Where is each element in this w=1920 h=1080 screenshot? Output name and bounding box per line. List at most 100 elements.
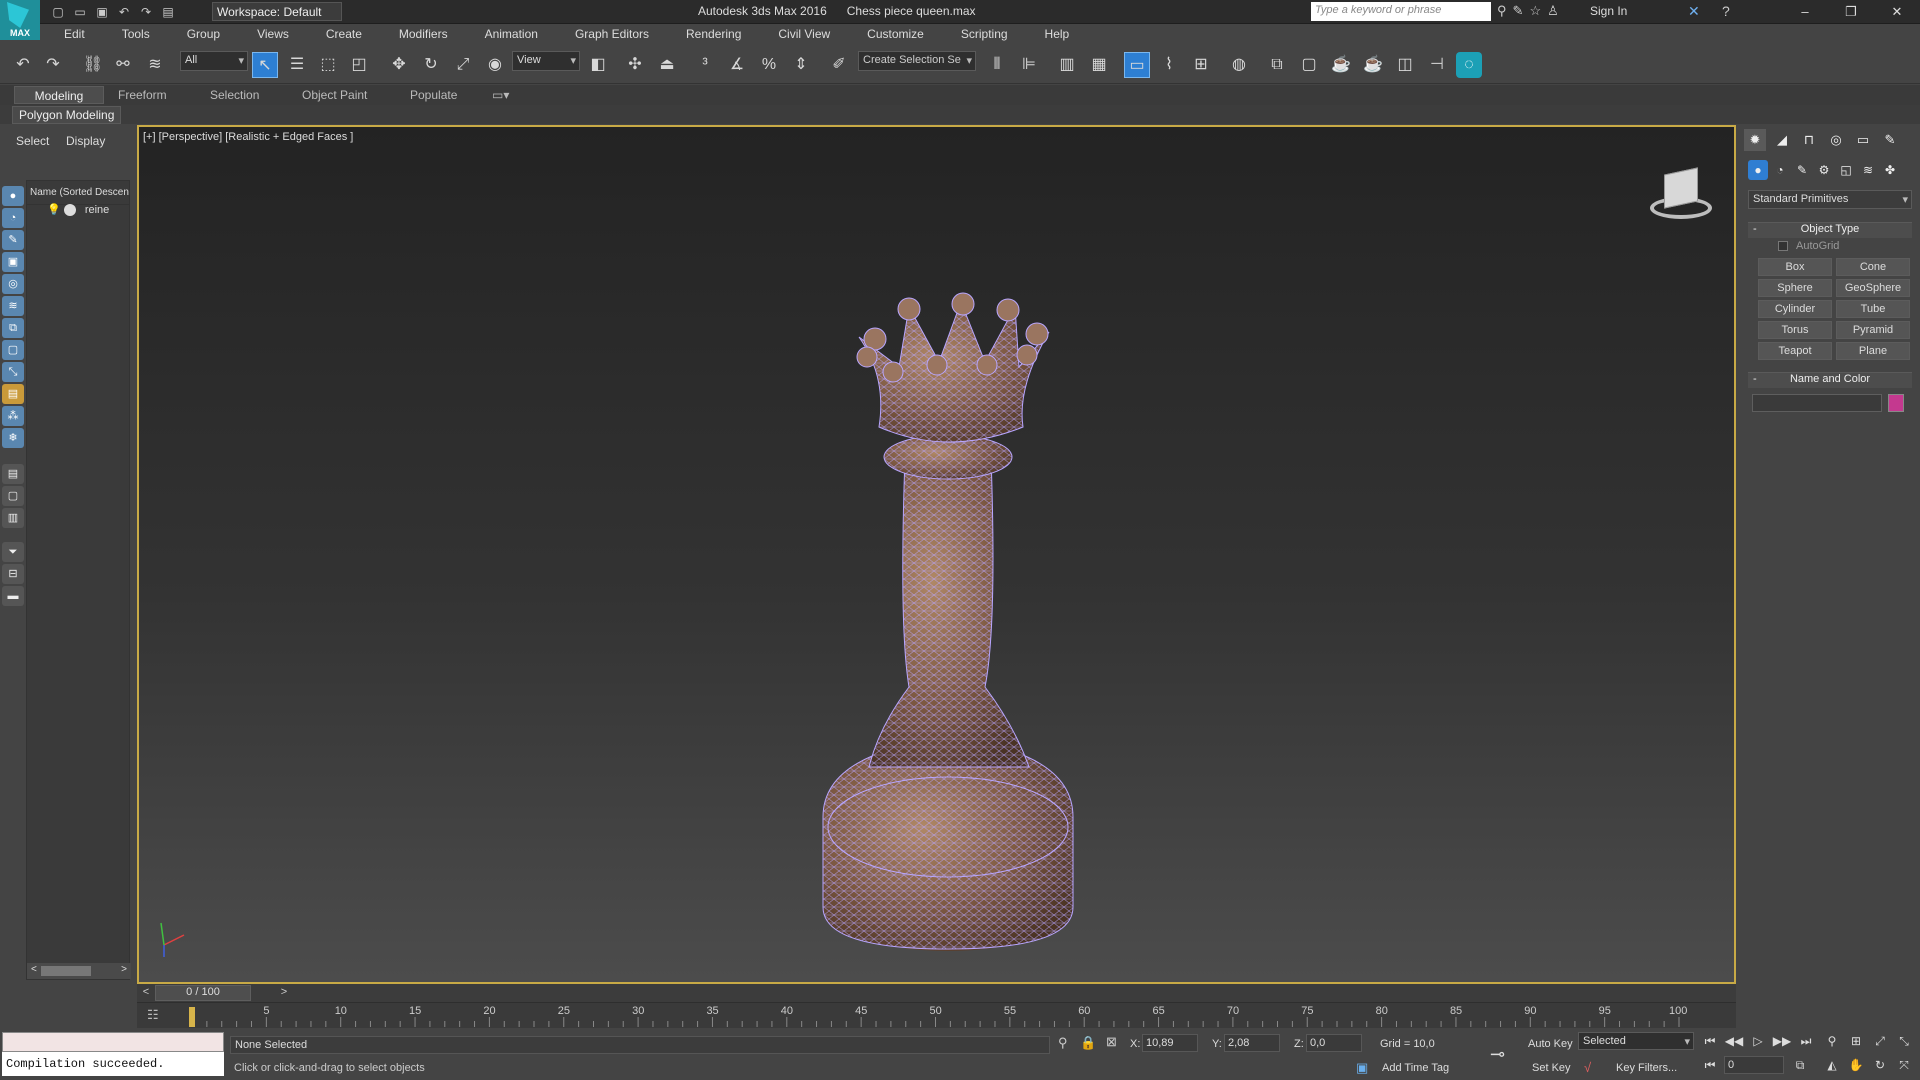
render-activeshade-icon[interactable]: ◫	[1392, 52, 1418, 78]
redo-icon[interactable]: ↷	[40, 52, 66, 78]
helpers-icon[interactable]: ◱	[1836, 160, 1856, 180]
menu-help[interactable]: Help	[1021, 24, 1083, 44]
align-icon[interactable]: ⊫	[1016, 52, 1042, 78]
place-icon[interactable]: ◉	[482, 52, 508, 78]
maximize-viewport-icon[interactable]: ⤧	[1894, 1056, 1914, 1074]
hierarchy-icon[interactable]: ⊟	[2, 564, 24, 584]
cone-button[interactable]: Cone	[1836, 258, 1910, 276]
scale-icon[interactable]: ⤢	[450, 52, 476, 78]
render-iterative-icon[interactable]: ☕	[1360, 52, 1386, 78]
column-header-name[interactable]: Name (Sorted Descen	[27, 181, 129, 205]
restore-icon[interactable]: ❐	[1828, 0, 1874, 24]
maxscript-output[interactable]: Compilation succeeded.	[2, 1052, 224, 1076]
pivot-center-icon[interactable]: ◧	[585, 52, 611, 78]
zoom-icon[interactable]: ⚲	[1822, 1032, 1842, 1050]
open-file-icon[interactable]: ▭	[70, 3, 90, 21]
autogrid-checkbox[interactable]: AutoGrid	[1778, 240, 1839, 252]
primitive-category-dropdown[interactable]: Standard Primitives	[1748, 190, 1912, 209]
display-invert-icon[interactable]: ▥	[2, 508, 24, 528]
box-button[interactable]: Box	[1758, 258, 1832, 276]
star-icon[interactable]: ☆	[1529, 3, 1541, 19]
render-production-icon[interactable]: ☕	[1328, 52, 1354, 78]
angle-snap-icon[interactable]: ∡	[724, 52, 750, 78]
scene-explorer-icon[interactable]: ▦	[1086, 52, 1112, 78]
previous-frame-icon[interactable]: ◀◀	[1724, 1032, 1744, 1050]
isolate-selection-icon[interactable]: ⚲	[1058, 1035, 1068, 1051]
pan-view-icon[interactable]: ✋	[1846, 1056, 1866, 1074]
auto-key-button[interactable]: Auto Key	[1528, 1038, 1573, 1050]
app-logo[interactable]: MAX	[0, 0, 40, 40]
key-filters-button[interactable]: Key Filters...	[1616, 1062, 1677, 1074]
object-color-swatch[interactable]	[1888, 394, 1904, 412]
key-mode-toggle-icon[interactable]: ⏮	[1700, 1056, 1720, 1074]
search-input[interactable]: Type a keyword or phrase	[1311, 2, 1491, 21]
track-bar[interactable]: ☷ 5 10 15 20 25 30 35 40 45 50 55 60 65 70 75 80 85 90 95 1…	[137, 1002, 1736, 1028]
orbit-icon[interactable]: ↻	[1870, 1056, 1890, 1074]
name-color-rollout-header[interactable]: - Name and Color	[1748, 372, 1912, 388]
perspective-viewport[interactable]: [+] [Perspective] [Realistic + Edged Fac…	[137, 125, 1736, 984]
menu-scripting[interactable]: Scripting	[937, 24, 1021, 44]
teapot-button[interactable]: Teapot	[1758, 342, 1832, 360]
rectangular-selection-icon[interactable]: ⬚	[315, 52, 341, 78]
display-shapes-icon[interactable]: ◔	[2, 208, 24, 228]
tab-selection[interactable]: Selection	[204, 86, 265, 104]
play-icon[interactable]: ▷	[1748, 1032, 1768, 1050]
selection-lock-icon[interactable]: 🔒	[1080, 1035, 1096, 1051]
menu-graph-editors[interactable]: Graph Editors	[551, 24, 662, 44]
plane-button[interactable]: Plane	[1836, 342, 1910, 360]
current-frame-field[interactable]: 0	[1724, 1056, 1784, 1074]
display-cameras-icon[interactable]: ▣	[2, 252, 24, 272]
menu-edit[interactable]: Edit	[40, 24, 98, 44]
workspace-dropdown[interactable]: Workspace: Default	[212, 2, 342, 21]
undo-icon[interactable]: ↶	[114, 3, 134, 21]
schematic-view-icon[interactable]: ⊞	[1188, 52, 1214, 78]
material-editor-icon[interactable]: ◍	[1226, 52, 1252, 78]
polygon-modeling-panel[interactable]: Polygon Modeling	[12, 106, 122, 124]
spacewarps-icon[interactable]: ≋	[1858, 160, 1878, 180]
render-setup-icon[interactable]: ⧉	[1264, 52, 1290, 78]
save-icon[interactable]: ▣	[92, 3, 112, 21]
display-xrefs-icon[interactable]: ▢	[2, 340, 24, 360]
chess-queen-model[interactable]	[822, 292, 1074, 951]
edit-named-selection-icon[interactable]: ✐	[826, 52, 852, 78]
curve-editor-icon[interactable]: ⌇	[1156, 52, 1182, 78]
key-set-dropdown[interactable]: Selected	[1578, 1032, 1694, 1050]
link-icon[interactable]: ⛓	[80, 52, 106, 78]
project-folder-icon[interactable]: ▤	[158, 3, 178, 21]
time-tag-icon[interactable]: ▣	[1356, 1060, 1368, 1076]
explorer-tab-select[interactable]: Select	[16, 134, 49, 148]
zoom-extents-icon[interactable]: ⤢	[1870, 1032, 1890, 1050]
explorer-tab-display[interactable]: Display	[66, 134, 105, 148]
tab-object-paint[interactable]: Object Paint	[296, 86, 373, 104]
object-visibility-icon[interactable]	[63, 204, 76, 217]
window-crossing-icon[interactable]: ◰	[346, 52, 372, 78]
unlink-icon[interactable]: ⚯	[110, 52, 136, 78]
display-tab-icon[interactable]: ▭	[1852, 129, 1874, 151]
time-configuration-icon[interactable]: ⧉	[1790, 1056, 1810, 1074]
maxscript-listener-input[interactable]	[2, 1032, 224, 1052]
time-next-button[interactable]: >	[277, 986, 291, 1000]
pyramid-button[interactable]: Pyramid	[1836, 321, 1910, 339]
move-icon[interactable]: ✥	[386, 52, 412, 78]
zoom-all-icon[interactable]: ⊞	[1846, 1032, 1866, 1050]
cylinder-button[interactable]: Cylinder	[1758, 300, 1832, 318]
subscription-icon[interactable]: ✎	[1513, 3, 1524, 19]
menu-views[interactable]: Views	[233, 24, 302, 44]
display-lights-icon[interactable]: ✎	[2, 230, 24, 250]
torus-button[interactable]: Torus	[1758, 321, 1832, 339]
select-by-name-icon[interactable]: ☰	[284, 52, 310, 78]
add-time-tag-button[interactable]: Add Time Tag	[1382, 1062, 1449, 1074]
key-mode-icon[interactable]: √	[1584, 1060, 1591, 1075]
menu-animation[interactable]: Animation	[461, 24, 551, 44]
menu-rendering[interactable]: Rendering	[662, 24, 754, 44]
select-manipulate-icon[interactable]: ✣	[622, 52, 648, 78]
display-groups-icon[interactable]: ⧉	[2, 318, 24, 338]
display-all-icon[interactable]: ▤	[2, 464, 24, 484]
rendered-frame-window-icon[interactable]: ▢	[1296, 52, 1322, 78]
help-icon[interactable]: ?	[1722, 3, 1730, 19]
set-key-button[interactable]: Set Key	[1532, 1062, 1571, 1074]
display-bones-icon[interactable]: ⤡	[2, 362, 24, 382]
render-in-cloud-icon[interactable]: ⊣	[1424, 52, 1450, 78]
undo-icon[interactable]: ↶	[10, 52, 36, 78]
layer-manager-icon[interactable]: ▥	[1054, 52, 1080, 78]
